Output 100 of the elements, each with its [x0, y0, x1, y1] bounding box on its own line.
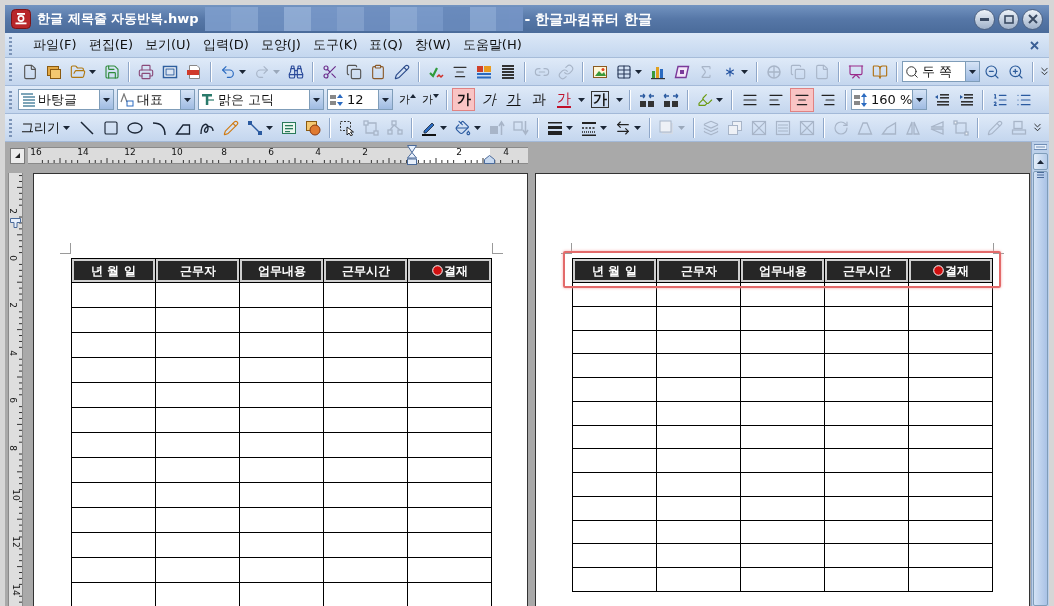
- glyph-button[interactable]: 과: [527, 88, 550, 111]
- dropdown-button[interactable]: [378, 90, 392, 109]
- caret-icon[interactable]: [89, 69, 96, 74]
- indent-marker-icon[interactable]: [407, 145, 417, 165]
- shrink-font-button[interactable]: 가: [419, 88, 442, 111]
- binoculars-icon[interactable]: [288, 63, 304, 80]
- close-icon[interactable]: [1027, 14, 1038, 24]
- dropdown-button[interactable]: [99, 90, 113, 109]
- style-icon[interactable]: [120, 92, 134, 107]
- bold-button[interactable]: 가: [452, 88, 475, 111]
- caret-icon[interactable]: [600, 125, 607, 130]
- decrease-indent-icon[interactable]: [934, 91, 950, 108]
- line-spacing-combo[interactable]: 160 %: [851, 89, 927, 110]
- numbered-list-icon[interactable]: [992, 91, 1008, 108]
- text-color-button[interactable]: 가: [552, 88, 575, 111]
- paragraph-lines-icon[interactable]: [21, 92, 35, 107]
- up-arrow-icon[interactable]: [1037, 159, 1044, 164]
- font-combo[interactable]: 맑은 고딕: [198, 89, 324, 110]
- line-style-icon[interactable]: [581, 119, 597, 136]
- caret-icon[interactable]: [716, 97, 723, 102]
- clipboard-icon[interactable]: [370, 63, 386, 80]
- menu-item[interactable]: 입력(D): [197, 35, 254, 55]
- search-icon[interactable]: [905, 64, 919, 79]
- pdf-document-icon[interactable]: [186, 63, 202, 80]
- selection-pointer-icon[interactable]: [339, 119, 355, 136]
- caret-icon[interactable]: [969, 69, 976, 74]
- caret-icon[interactable]: [266, 125, 273, 130]
- dropdown-button[interactable]: [180, 90, 194, 109]
- close-button[interactable]: [1022, 8, 1043, 30]
- caret-icon[interactable]: [578, 97, 585, 102]
- narrow-spacing-icon[interactable]: [639, 91, 655, 108]
- paint-bucket-icon[interactable]: [455, 119, 471, 136]
- menu-item[interactable]: 모양(J): [255, 35, 306, 55]
- node-edit-icon[interactable]: [363, 119, 379, 136]
- zoom-combo[interactable]: 두 쪽: [902, 61, 980, 82]
- more-icon[interactable]: [1038, 65, 1049, 78]
- char-style-combo[interactable]: 대표: [117, 89, 195, 110]
- caret-icon[interactable]: [103, 97, 110, 102]
- connector-icon[interactable]: [247, 119, 263, 136]
- pencil-tool-icon[interactable]: [223, 119, 239, 136]
- menu-item[interactable]: 보기(U): [140, 35, 196, 55]
- open-book-icon[interactable]: [872, 63, 888, 80]
- scissors-icon[interactable]: [322, 63, 338, 80]
- caret-icon[interactable]: [474, 125, 481, 130]
- caret-icon[interactable]: [440, 125, 447, 130]
- save-icon[interactable]: [104, 63, 120, 80]
- grow-font-button[interactable]: 가: [396, 88, 419, 111]
- shapes-group-icon[interactable]: [305, 119, 321, 136]
- menu-item[interactable]: 파일(F): [28, 35, 82, 55]
- nodes-icon[interactable]: [387, 119, 403, 136]
- grip-icon[interactable]: [9, 62, 12, 81]
- grip-icon[interactable]: [9, 118, 12, 137]
- rectangle-tool-icon[interactable]: [103, 119, 119, 136]
- zoom-out-icon[interactable]: [984, 63, 1000, 80]
- menu-item[interactable]: 편집(E): [83, 35, 138, 55]
- minimize-button[interactable]: [974, 8, 995, 30]
- indent-marker-icon[interactable]: [10, 218, 21, 228]
- splitter-grip-icon[interactable]: [1034, 144, 1047, 150]
- font-size-combo[interactable]: 12: [327, 89, 393, 110]
- caret-icon[interactable]: [741, 69, 748, 74]
- margin-marker-icon[interactable]: [484, 155, 495, 164]
- caret-icon[interactable]: [184, 97, 191, 102]
- style-combo[interactable]: 바탕글: [18, 89, 114, 110]
- new-document-icon[interactable]: [22, 63, 38, 80]
- text-box-icon[interactable]: [281, 119, 297, 136]
- colored-blocks-icon[interactable]: [476, 63, 492, 80]
- line-spacing-icon[interactable]: [854, 92, 868, 107]
- framed-page-icon[interactable]: [162, 63, 178, 80]
- font-icon[interactable]: [201, 92, 215, 107]
- caret-icon[interactable]: [382, 97, 389, 102]
- maximize-icon[interactable]: [1003, 14, 1014, 24]
- caret-icon[interactable]: [63, 125, 70, 130]
- down-arrow-icon[interactable]: [433, 93, 439, 98]
- line-tool-icon[interactable]: [79, 119, 95, 136]
- up-arrow-icon[interactable]: [410, 93, 416, 98]
- menu-item[interactable]: 도움말(H): [457, 35, 527, 55]
- caret-icon[interactable]: [635, 69, 642, 74]
- grip-icon[interactable]: [9, 35, 12, 55]
- maximize-button[interactable]: [998, 8, 1019, 30]
- menu-item[interactable]: 도구(K): [307, 35, 363, 55]
- caret-icon[interactable]: [313, 97, 320, 102]
- scrollbar-thumb[interactable]: [1033, 171, 1048, 606]
- caret-icon[interactable]: [634, 125, 641, 130]
- grip-lines-icon[interactable]: [1037, 172, 1044, 178]
- pencil-icon[interactable]: [394, 63, 410, 80]
- table-icon[interactable]: [616, 63, 632, 80]
- printer-icon[interactable]: [138, 63, 154, 80]
- caret-icon[interactable]: [239, 69, 246, 74]
- draw-menu-button[interactable]: 그리기: [18, 117, 73, 138]
- italic-button[interactable]: 가: [477, 88, 500, 111]
- caret-icon[interactable]: [916, 97, 924, 102]
- increase-indent-icon[interactable]: [958, 91, 974, 108]
- corner-triangle-icon[interactable]: [15, 153, 20, 158]
- presentation-icon[interactable]: [848, 63, 864, 80]
- minimize-icon[interactable]: [980, 17, 989, 21]
- caret-icon[interactable]: [566, 125, 573, 130]
- close-icon[interactable]: [1030, 40, 1039, 50]
- ellipse-tool-icon[interactable]: [127, 119, 143, 136]
- slanted-frame-icon[interactable]: [674, 63, 690, 80]
- arc-tool-icon[interactable]: [151, 119, 167, 136]
